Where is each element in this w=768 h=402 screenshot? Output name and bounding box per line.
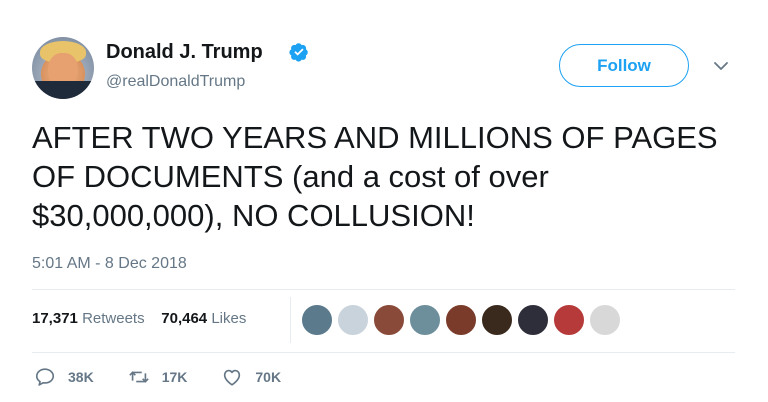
chevron-down-icon[interactable] xyxy=(713,60,729,72)
tweet-stats: 17,371 Retweets 70,464 Likes xyxy=(32,310,246,327)
reply-count: 38K xyxy=(68,369,94,385)
liker-avatar-7[interactable] xyxy=(517,304,549,336)
retweets-stat[interactable]: 17,371 Retweets xyxy=(32,310,145,327)
reply-action[interactable]: 38K xyxy=(34,366,94,388)
author-handle[interactable]: @realDonaldTrump xyxy=(106,73,245,91)
retweet-icon xyxy=(128,371,149,383)
tweet-timestamp[interactable]: 5:01 AM - 8 Dec 2018 xyxy=(32,255,187,273)
liker-avatar-1[interactable] xyxy=(301,304,333,336)
retweet-count: 17K xyxy=(161,369,188,385)
stats-separator xyxy=(290,297,291,343)
tweet-actions: 38K 17K 70K xyxy=(34,366,315,388)
liker-avatar-9[interactable] xyxy=(589,304,621,336)
divider-top xyxy=(32,289,735,290)
likes-count: 70,464 xyxy=(161,310,208,327)
reply-icon xyxy=(35,368,55,386)
divider-bottom xyxy=(32,352,735,353)
like-count: 70K xyxy=(255,369,282,385)
verified-badge-icon xyxy=(289,43,308,62)
likes-label: Likes xyxy=(211,310,247,327)
retweets-count: 17,371 xyxy=(32,310,78,327)
liker-avatar-8[interactable] xyxy=(553,304,585,336)
liker-avatars xyxy=(301,304,625,336)
author-avatar[interactable] xyxy=(32,37,94,99)
liker-avatar-6[interactable] xyxy=(481,304,513,336)
follow-button[interactable]: Follow xyxy=(559,44,689,87)
tweet-text: AFTER TWO YEARS AND MILLIONS OF PAGES OF… xyxy=(32,120,718,233)
likes-stat[interactable]: 70,464 Likes xyxy=(161,310,246,327)
liker-avatar-3[interactable] xyxy=(373,304,405,336)
author-name[interactable]: Donald J. Trump xyxy=(106,41,263,64)
retweets-label: Retweets xyxy=(82,310,145,327)
like-icon xyxy=(224,369,241,386)
liker-avatar-2[interactable] xyxy=(337,304,369,336)
liker-avatar-4[interactable] xyxy=(409,304,441,336)
avatar-suit xyxy=(32,81,94,99)
liker-avatar-5[interactable] xyxy=(445,304,477,336)
like-action[interactable]: 70K xyxy=(221,366,281,388)
retweet-action[interactable]: 17K xyxy=(128,366,188,388)
